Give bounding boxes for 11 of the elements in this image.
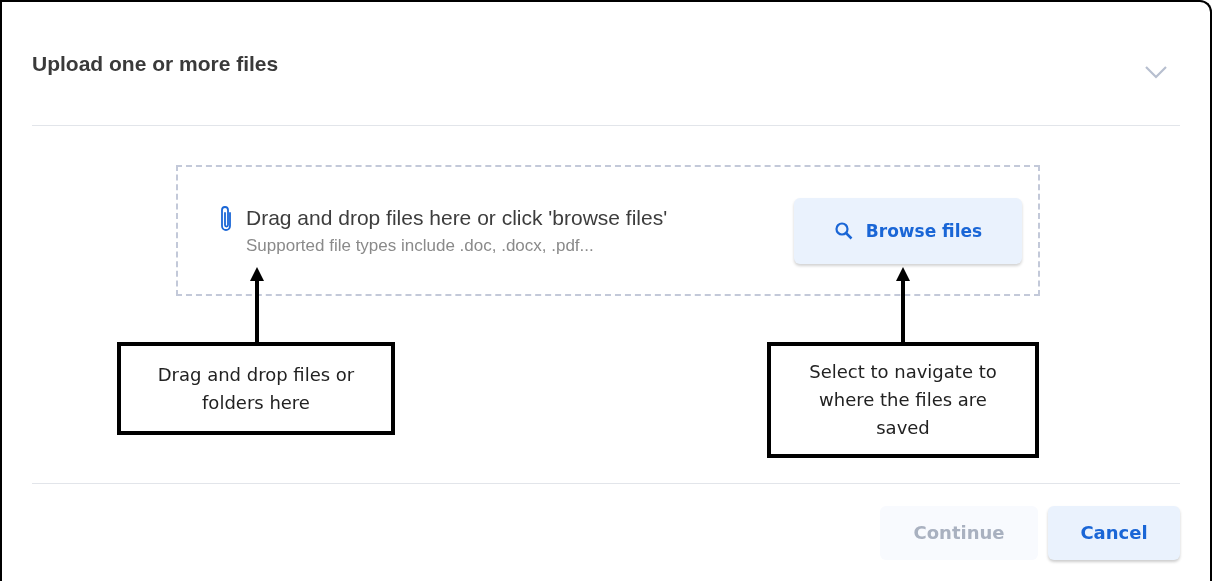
- paperclip-icon: [218, 204, 234, 234]
- callout-box: Drag and drop files or folders here: [117, 342, 395, 435]
- dialog-button[interactable]: Cancel: [1048, 505, 1180, 560]
- chevron-down-icon[interactable]: [1144, 65, 1168, 79]
- drop-zone[interactable]: Drag and drop files here or click 'browse files' Supported file types include .doc, .docx, .pdf... Browse files: [176, 165, 1040, 296]
- callout-box: Select to navigate to where the files are saved: [767, 342, 1039, 458]
- browse-files-button[interactable]: Browse files: [794, 197, 1022, 264]
- drop-instruction: Drag and drop files here or click 'browse files': [246, 205, 669, 230]
- search-icon: [833, 220, 854, 241]
- dialog-title: Upload one or more files: [32, 52, 279, 76]
- file-types-hint: Supported file types include .doc, .docx, .pdf...: [246, 235, 595, 256]
